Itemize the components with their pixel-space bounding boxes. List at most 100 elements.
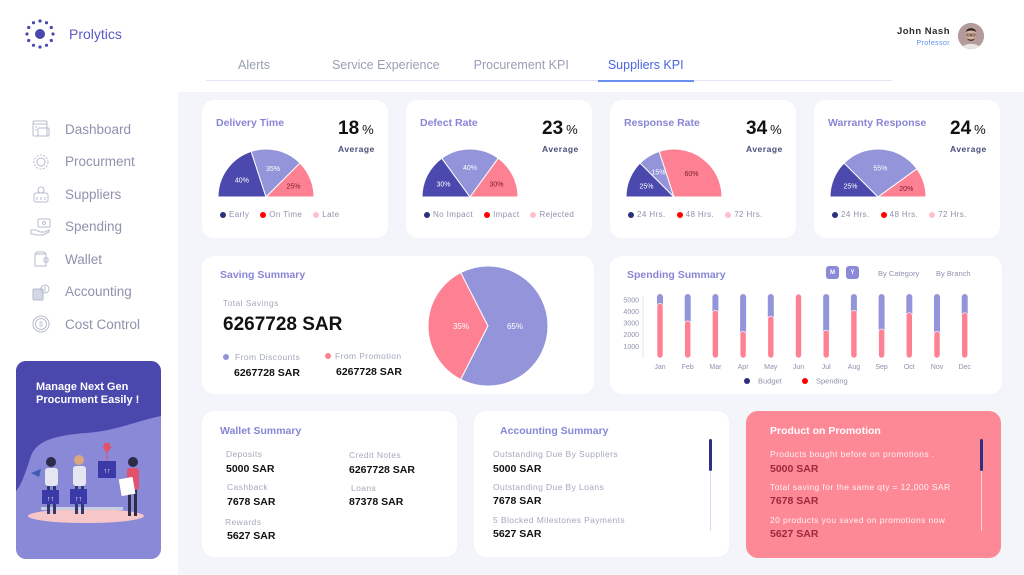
kpi-gauge-chart: 30% 40% 30% xyxy=(421,148,519,198)
promo-value-3: 5627 SAR xyxy=(770,528,819,540)
legend-item: Impact xyxy=(484,210,519,219)
bar-spending[interactable] xyxy=(795,293,802,359)
dashboard-icon xyxy=(32,120,50,137)
sidebar-item-label: Dashboard xyxy=(65,121,132,137)
kpi-legend: 24 Hrs. 48 Hrs. 72 Hrs. xyxy=(628,210,774,219)
kpi-average-label: Average xyxy=(542,144,579,154)
logo[interactable]: Prolytics xyxy=(24,18,122,50)
avatar[interactable] xyxy=(958,23,984,49)
app-name: Prolytics xyxy=(69,26,122,42)
tab-alerts[interactable]: Alerts xyxy=(238,53,270,81)
bar-spending[interactable] xyxy=(933,330,941,359)
pie-label: 65% xyxy=(507,322,523,331)
legend-label: Impact xyxy=(493,210,520,219)
legend-dot xyxy=(929,211,936,218)
sidebar-item-suppliers[interactable]: Suppliers xyxy=(30,178,140,211)
saving-summary-card: Saving Summary Total Savings 6267728 SAR… xyxy=(202,256,594,394)
kpi-legend: 24 Hrs. 48 Hrs. 72 Hrs. xyxy=(832,210,978,219)
sidebar-item-label: Suppliers xyxy=(65,186,122,202)
bar-spending[interactable] xyxy=(684,320,691,359)
bar-spending[interactable] xyxy=(739,330,747,359)
legend-dot xyxy=(832,211,838,218)
legend-label: Early xyxy=(229,210,250,219)
legend-dot xyxy=(802,378,808,384)
x-tick-label: Nov xyxy=(931,364,944,371)
promo-banner[interactable]: ↑↑ ↑↑ ↑↑ Manage Next Gen Procurment Easi… xyxy=(16,361,161,559)
main-content: John Nash Professor Alerts Service Exper… xyxy=(178,0,1024,575)
tab-service-experience[interactable]: Service Experience xyxy=(332,53,440,81)
promotion-legend: From Promotion xyxy=(325,351,402,361)
gauge-label: 40% xyxy=(235,178,249,185)
gauge-label: 20% xyxy=(899,186,913,193)
sidebar-item-accounting[interactable]: Accounting xyxy=(30,276,140,309)
x-tick-label: May xyxy=(764,364,778,371)
sidebar-item-wallet[interactable]: Wallet xyxy=(30,243,140,276)
deposits-value: 5000 SAR xyxy=(226,463,275,475)
legend-item: No Impact xyxy=(424,210,473,219)
card-title: Defect Rate xyxy=(420,117,478,129)
kpi-unit: % xyxy=(770,122,782,137)
kpi-unit: % xyxy=(566,122,578,137)
saving-pie-chart: 35% 65% xyxy=(427,265,549,387)
kpi-legend: Early On Time Late xyxy=(220,210,350,219)
loans-label: Loans xyxy=(351,483,377,493)
tab-suppliers-kpi[interactable]: Suppliers KPI xyxy=(597,53,694,82)
sidebar-item-dashboard[interactable]: Dashboard xyxy=(30,113,140,146)
sidebar-item-label: Cost Control xyxy=(65,316,141,332)
bar-spending[interactable] xyxy=(712,309,719,359)
legend-label: Rejected xyxy=(539,210,575,219)
x-tick-label: Sep xyxy=(875,364,888,371)
gauge-label: 55% xyxy=(873,165,887,172)
month-toggle-button[interactable]: M xyxy=(826,266,839,279)
logo-icon xyxy=(25,19,55,49)
kpi-value: 24% xyxy=(950,118,986,140)
sidebar-item-spending[interactable]: Spending xyxy=(30,211,140,244)
legend-dot xyxy=(530,211,537,218)
kpi-gauge-chart: 25% 15% 60% xyxy=(625,148,723,198)
outstanding-suppliers-value: 5000 SAR xyxy=(493,463,542,475)
discounts-value: 6267728 SAR xyxy=(234,367,300,379)
kpi-card-defect-rate: Defect Rate 23% Average 30% 40% 30% No Imp… xyxy=(406,100,592,238)
bar-spending[interactable] xyxy=(850,309,858,359)
sidebar-item-label: Accounting xyxy=(65,284,132,300)
gauge-label: 25% xyxy=(843,184,857,191)
sidebar-item-procurment[interactable]: Procurment xyxy=(30,146,140,179)
card-title: Delivery Time xyxy=(216,117,285,129)
user-profile[interactable]: John Nash Professor xyxy=(897,23,984,49)
user-name: John Nash xyxy=(896,25,950,37)
card-title: Warranty Response xyxy=(828,117,927,129)
legend-item: 72 Hrs. xyxy=(929,210,967,219)
bar-spending[interactable] xyxy=(767,315,775,359)
bar-spending[interactable] xyxy=(961,312,969,359)
legend-label: On Time xyxy=(269,210,303,219)
bar-spending[interactable] xyxy=(878,328,885,359)
scrollbar-thumb[interactable] xyxy=(709,439,712,471)
legend-label: 24 Hrs. xyxy=(841,210,870,219)
spending-bar-chart: 1000 2000 3000 4000 5000 Jan Feb Mar Apr May Jun Ju… xyxy=(623,293,971,386)
kpi-card-warranty-response: Warranty Response 24% Average 25% 55% 20% … xyxy=(814,100,1000,238)
year-toggle-button[interactable]: Y xyxy=(846,266,859,279)
by-category-filter[interactable]: By Category xyxy=(878,269,919,278)
bar-spending[interactable] xyxy=(822,329,830,359)
sidebar-item-cost-control[interactable]: $ Cost Control xyxy=(30,308,140,341)
legend-label: 24 Hrs. xyxy=(637,210,666,219)
bar-spending[interactable] xyxy=(905,312,913,359)
kpi-unit: % xyxy=(974,122,986,137)
legend-label: 48 Hrs. xyxy=(889,210,919,219)
promo-label-2: Total saving for the same qty = 12,000 S… xyxy=(770,482,951,492)
legend-item: 48 Hrs. xyxy=(880,210,919,219)
by-branch-filter[interactable]: By Branch xyxy=(936,269,971,278)
scrollbar-thumb[interactable] xyxy=(980,439,983,471)
legend-label: Spending xyxy=(816,377,848,386)
y-tick-label: 1000 xyxy=(623,344,639,351)
promo-label-3: 20 products you saved on promotions now xyxy=(770,515,946,525)
gauge-label: 25% xyxy=(639,184,653,191)
bar-spending[interactable] xyxy=(656,303,664,359)
card-title: Spending Summary xyxy=(627,269,726,281)
tab-procurement-kpi[interactable]: Procurement KPI xyxy=(474,53,569,81)
legend-dot xyxy=(484,211,491,218)
credit-notes-value: 6267728 SAR xyxy=(349,464,415,476)
card-title: Accounting Summary xyxy=(500,425,609,437)
legend-dot xyxy=(424,211,430,218)
gauge-label: 35% xyxy=(266,166,280,173)
